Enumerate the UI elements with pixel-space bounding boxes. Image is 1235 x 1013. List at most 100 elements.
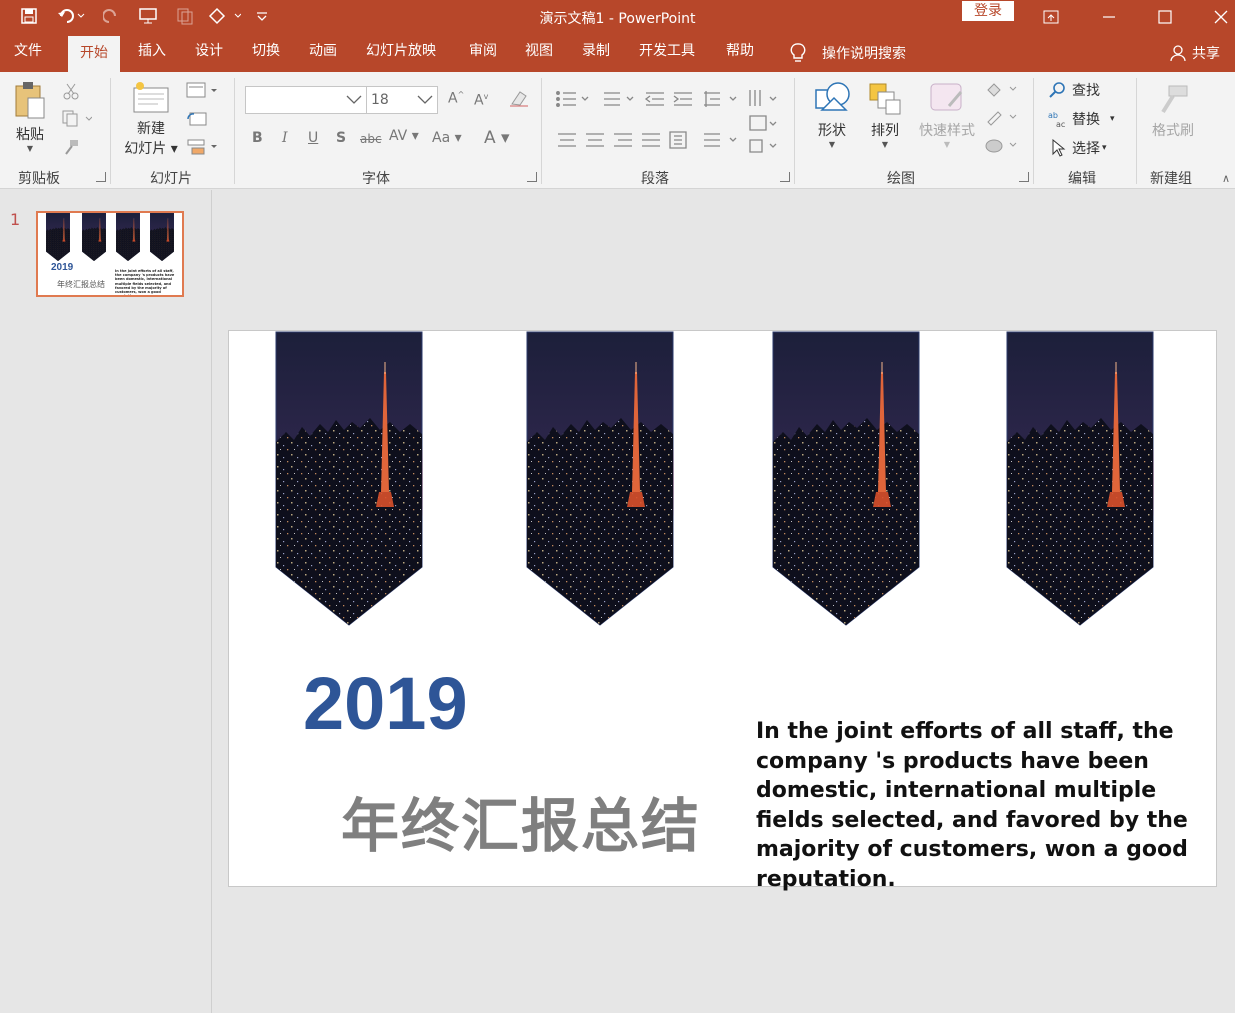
cut-icon[interactable] bbox=[62, 82, 80, 100]
chevron-down-icon: ▾ bbox=[1102, 143, 1107, 153]
increase-font-icon[interactable]: A^ bbox=[448, 90, 464, 107]
arrange-icon bbox=[869, 83, 901, 115]
new-group-label: 新建组 bbox=[1150, 171, 1192, 187]
chevron-down-icon: ▼ bbox=[26, 144, 34, 153]
find-label: 查找 bbox=[1072, 83, 1100, 99]
bold-icon[interactable]: B bbox=[252, 130, 263, 146]
select-label: 选择 bbox=[1072, 141, 1100, 157]
font-size-combo[interactable]: 18 bbox=[366, 86, 438, 114]
clipboard-group-label: 剪贴板 bbox=[18, 171, 60, 187]
tab-insert[interactable]: 插入 bbox=[126, 33, 178, 72]
city-banner-image-1[interactable] bbox=[275, 331, 423, 626]
minimize-icon[interactable] bbox=[1086, 0, 1132, 33]
layout-icon[interactable] bbox=[186, 82, 218, 98]
city-banner-image-4[interactable] bbox=[1006, 331, 1154, 626]
tab-view[interactable]: 视图 bbox=[513, 33, 565, 72]
arrange-label: 排列 bbox=[871, 123, 899, 139]
replace-icon: abac bbox=[1048, 111, 1065, 128]
save-icon[interactable] bbox=[16, 4, 42, 28]
editing-group-label: 编辑 bbox=[1068, 171, 1096, 187]
tab-home[interactable]: 开始 bbox=[68, 36, 120, 72]
tab-developer[interactable]: 开发工具 bbox=[627, 33, 707, 72]
tab-design[interactable]: 设计 bbox=[183, 33, 235, 72]
slide-canvas[interactable]: 2019 年终汇报总结 In the joint efforts of all … bbox=[228, 330, 1217, 892]
tab-file[interactable]: 文件 bbox=[2, 33, 54, 72]
undo-icon[interactable] bbox=[52, 4, 90, 28]
thumb-year: 2019 bbox=[51, 262, 74, 273]
tab-record[interactable]: 录制 bbox=[570, 33, 622, 72]
arrange-button[interactable]: 排列 ▼ bbox=[862, 80, 908, 166]
paragraph-launcher-icon[interactable] bbox=[780, 172, 790, 182]
present-from-start-icon[interactable] bbox=[134, 4, 162, 28]
tab-slideshow[interactable]: 幻灯片放映 bbox=[354, 33, 448, 72]
font-name-combo[interactable] bbox=[245, 86, 367, 114]
format-painter-button[interactable]: 格式刷 bbox=[1146, 82, 1200, 152]
paste-button[interactable]: 粘贴 ▼ bbox=[8, 80, 52, 160]
shape-fill-icon[interactable] bbox=[984, 80, 1020, 98]
change-case-icon[interactable]: Aa ▾ bbox=[432, 130, 462, 146]
shadow-icon[interactable]: S bbox=[336, 130, 346, 146]
font-color-icon[interactable]: A ▾ bbox=[484, 128, 510, 148]
paragraph-tools-icon[interactable] bbox=[554, 88, 786, 168]
quick-styles-icon bbox=[930, 83, 963, 111]
reset-icon[interactable] bbox=[186, 110, 208, 128]
collapse-ribbon-icon[interactable]: ∧ bbox=[1222, 172, 1230, 185]
slide-title-text[interactable]: 年终汇报总结 bbox=[341, 779, 701, 863]
shapes-button[interactable]: 形状 ▼ bbox=[806, 80, 858, 166]
search-icon bbox=[1049, 82, 1065, 98]
redo-icon[interactable] bbox=[98, 4, 124, 28]
slide-body-text[interactable]: In the joint efforts of all staff, the c… bbox=[756, 717, 1196, 894]
slide-number: 1 bbox=[10, 210, 21, 229]
tell-me-search[interactable]: 操作说明搜索 bbox=[788, 41, 906, 65]
thumb-banner-3 bbox=[116, 213, 140, 261]
shapes-icon bbox=[815, 82, 850, 111]
drawing-launcher-icon[interactable] bbox=[1019, 172, 1029, 182]
maximize-icon[interactable] bbox=[1142, 0, 1188, 33]
close-icon[interactable] bbox=[1198, 0, 1235, 33]
ribbon-display-options-icon[interactable] bbox=[1028, 0, 1074, 33]
font-launcher-icon[interactable] bbox=[527, 172, 537, 182]
font-group-label: 字体 bbox=[362, 171, 390, 187]
tab-review[interactable]: 审阅 bbox=[457, 33, 509, 72]
city-banner-image-3[interactable] bbox=[772, 331, 920, 626]
replace-button[interactable]: ab ac 替换 ▾ bbox=[1048, 109, 1115, 129]
shape-effects-icon[interactable] bbox=[984, 136, 1020, 154]
char-spacing-icon[interactable]: AV ▾ bbox=[389, 128, 419, 144]
shape-outline-icon[interactable] bbox=[984, 108, 1020, 126]
tab-animations[interactable]: 动画 bbox=[297, 33, 349, 72]
slide-year-text[interactable]: 2019 bbox=[303, 661, 468, 746]
tab-help[interactable]: 帮助 bbox=[714, 33, 766, 72]
login-button[interactable]: 登录 bbox=[962, 1, 1014, 21]
share-button[interactable]: 共享 bbox=[1170, 41, 1220, 65]
strikethrough-icon[interactable]: abc bbox=[360, 132, 382, 146]
format-painter-label: 格式刷 bbox=[1152, 123, 1194, 139]
divider bbox=[110, 78, 111, 184]
format-painter-icon bbox=[1161, 85, 1188, 114]
format-painter-small-icon[interactable] bbox=[62, 138, 80, 156]
chevron-down-icon: ▼ bbox=[881, 140, 889, 149]
customize-quick-access-icon[interactable] bbox=[252, 4, 272, 28]
section-icon[interactable] bbox=[186, 138, 218, 156]
decrease-font-icon[interactable]: Av bbox=[474, 92, 488, 109]
quick-styles-label: 快速样式 bbox=[919, 123, 975, 139]
clear-formatting-icon[interactable] bbox=[508, 88, 530, 112]
select-button[interactable]: 选择 ▾ bbox=[1050, 138, 1107, 158]
find-button[interactable]: 查找 bbox=[1048, 80, 1100, 100]
clipboard-launcher-icon[interactable] bbox=[96, 172, 106, 182]
divider bbox=[794, 78, 795, 184]
touch-mode-icon[interactable] bbox=[204, 4, 244, 28]
slide-thumbnail-1[interactable]: 2019 年终汇报总结 In the joint efforts of all … bbox=[36, 211, 184, 297]
svg-text:ac: ac bbox=[1056, 120, 1065, 128]
divider bbox=[234, 78, 235, 184]
underline-icon[interactable]: U bbox=[308, 130, 318, 146]
drawing-group-label: 绘图 bbox=[887, 171, 915, 187]
copy-icon[interactable] bbox=[62, 110, 92, 128]
quick-styles-button[interactable]: 快速样式 ▼ bbox=[912, 80, 982, 166]
italic-icon[interactable]: I bbox=[282, 130, 288, 146]
new-slide-button[interactable]: 新建 幻灯片 ▾ bbox=[120, 80, 182, 166]
ribbon-tab-bar: 文件 开始 插入 设计 切换 动画 幻灯片放映 审阅 视图 录制 开发工具 帮助… bbox=[0, 33, 1235, 72]
copy-format-icon[interactable] bbox=[172, 4, 198, 28]
tab-transitions[interactable]: 切换 bbox=[240, 33, 292, 72]
city-banner-image-2[interactable] bbox=[526, 331, 674, 626]
replace-label: 替换 bbox=[1072, 112, 1100, 128]
